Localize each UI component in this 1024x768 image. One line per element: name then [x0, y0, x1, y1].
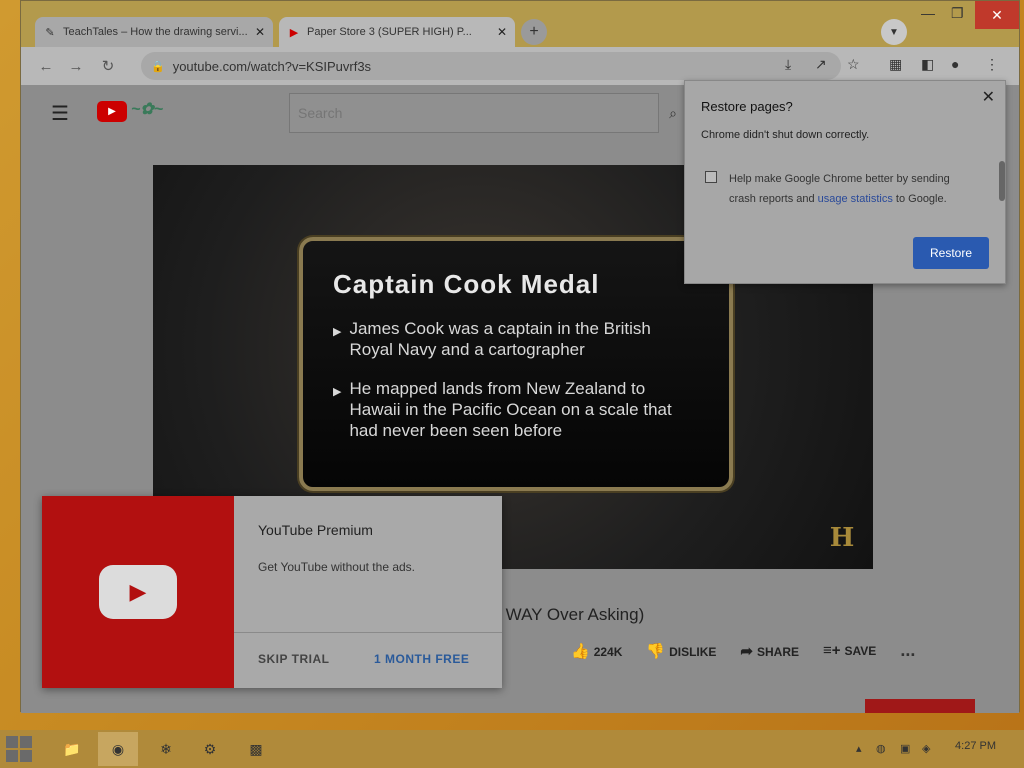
like-count: 224K	[593, 644, 623, 659]
extension-icon[interactable]: ▦	[889, 56, 902, 73]
close-icon[interactable]: ✕	[255, 25, 265, 39]
settings-icon[interactable]: ⚙	[190, 732, 230, 766]
thumbs-down-icon: 👎	[646, 642, 666, 660]
window-close-button[interactable]: ✕	[975, 1, 1019, 29]
star-icon[interactable]: ☆	[847, 56, 860, 73]
restore-button[interactable]: Restore	[913, 237, 989, 269]
hamburger-icon[interactable]: ☰	[51, 101, 69, 126]
divider	[234, 632, 502, 633]
chrome-icon[interactable]: ◉	[98, 732, 138, 766]
tab-strip: ✎ TeachTales – How the drawing servi... …	[21, 1, 1019, 47]
share-arrow-icon: ➦	[740, 642, 753, 660]
restore-title: Restore pages?	[701, 99, 793, 114]
address-text: youtube.com/watch?v=KSIPuvrf3s	[172, 58, 372, 74]
pen-icon: ✎	[45, 26, 55, 39]
address-bar[interactable]: 🔒 youtube.com/watch?v=KSIPuvrf3s	[141, 52, 841, 80]
minimize-button[interactable]: —	[921, 5, 935, 21]
restore-pages-popup: Restore pages? ✕ Chrome didn't shut down…	[684, 80, 1006, 284]
restore-message: Chrome didn't shut down correctly.	[701, 129, 870, 141]
video-actions: 👍 224K 👎 DISLIKE ➦ SHARE ≡+ SAVE ...	[571, 640, 915, 661]
download-icon[interactable]: ⤓	[785, 56, 791, 73]
playlist-add-icon: ≡+	[823, 642, 841, 659]
share-button[interactable]: ➦ SHARE	[740, 642, 799, 660]
more-actions-button[interactable]: ...	[900, 640, 915, 661]
tab-teachtales[interactable]: ✎ TeachTales – How the drawing servi... …	[35, 17, 273, 47]
close-icon[interactable]: ✕	[982, 87, 995, 107]
reload-button[interactable]: ↻	[93, 51, 123, 81]
usage-stats-link[interactable]: usage statistics	[818, 193, 893, 205]
chevron-up-icon[interactable]: ▴	[856, 742, 862, 755]
crash-report-checkbox[interactable]	[705, 171, 717, 183]
terminal-icon[interactable]: ▩	[236, 732, 276, 766]
bullet-text: James Cook was a captain in the British …	[349, 319, 651, 359]
windows-start-icon[interactable]	[6, 736, 32, 762]
share-icon[interactable]: ↗	[815, 56, 827, 73]
video-frame-card: Captain Cook Medal ▶ James Cook was a ca…	[299, 237, 733, 491]
new-tab-button[interactable]: +	[521, 19, 547, 45]
arrow-icon: ▶	[333, 386, 342, 398]
scrollbar[interactable]	[999, 161, 1005, 201]
card-title: Captain Cook Medal	[333, 269, 600, 299]
thumbs-up-icon: 👍	[571, 642, 590, 660]
premium-title: YouTube Premium	[258, 522, 373, 538]
youtube-icon: ▶	[289, 26, 299, 39]
profile-icon[interactable]: ●	[951, 56, 959, 72]
youtube-play-icon: ▶	[99, 565, 177, 619]
save-label: SAVE	[844, 644, 877, 658]
battery-icon[interactable]: ◈	[922, 742, 930, 755]
arrow-icon: ▶	[333, 326, 342, 338]
youtube-logo[interactable]: ▶	[97, 101, 127, 122]
maximize-button[interactable]: ❐	[951, 5, 964, 22]
search-input[interactable]	[289, 93, 659, 133]
app-icon[interactable]: ❄	[146, 732, 186, 766]
file-explorer-icon[interactable]: 📁	[52, 732, 92, 766]
forward-button[interactable]: →	[61, 51, 91, 81]
chevron-down-icon[interactable]: ▼	[881, 19, 907, 45]
youtube-doodle[interactable]: ~✿~	[131, 99, 163, 119]
tab-youtube[interactable]: ▶ Paper Store 3 (SUPER HIGH) P... ✕	[279, 17, 515, 47]
back-button[interactable]: ←	[31, 51, 61, 81]
card-bullet: ▶ James Cook was a captain in the Britis…	[333, 318, 699, 360]
restore-help-text: Help make Google Chrome better by sendin…	[729, 169, 979, 209]
volume-icon[interactable]: ▣	[900, 742, 910, 755]
skip-trial-button[interactable]: SKIP TRIAL	[258, 652, 329, 666]
save-button[interactable]: ≡+ SAVE	[823, 642, 876, 659]
subscribe-button[interactable]	[865, 699, 975, 713]
like-button[interactable]: 👍 224K	[571, 642, 622, 660]
video-title: ce WAY Over Asking)	[483, 605, 645, 624]
card-bullet: ▶ He mapped lands from New Zealand to Ha…	[333, 378, 699, 441]
dislike-button[interactable]: 👎 DISLIKE	[646, 642, 716, 660]
premium-popup: ▶ YouTube Premium Get YouTube without th…	[42, 496, 502, 688]
taskbar-clock[interactable]: 4:27 PM	[955, 740, 996, 752]
month-free-button[interactable]: 1 MONTH FREE	[374, 652, 469, 666]
taskbar: 📁 ◉ ❄ ⚙ ▩ ▴ ◍ ▣ ◈ 4:27 PM	[0, 730, 1024, 768]
bullet-text: He mapped lands from New Zealand to Hawa…	[349, 379, 672, 440]
puzzle-icon[interactable]: ◧	[921, 56, 934, 73]
dislike-label: DISLIKE	[669, 644, 717, 659]
help-text: to Google.	[892, 193, 947, 205]
menu-icon[interactable]: ⋮	[985, 56, 999, 73]
premium-art: ▶	[42, 496, 234, 688]
network-icon[interactable]: ◍	[876, 742, 886, 755]
premium-subtitle: Get YouTube without the ads.	[258, 560, 416, 574]
history-channel-logo: H	[829, 523, 855, 553]
tab-label: TeachTales – How the drawing servi...	[63, 26, 248, 38]
tab-label: Paper Store 3 (SUPER HIGH) P...	[307, 26, 472, 38]
lock-icon: 🔒	[151, 60, 165, 73]
share-label: SHARE	[756, 644, 799, 659]
close-icon[interactable]: ✕	[497, 25, 507, 39]
search-icon[interactable]: ⌕	[659, 93, 687, 133]
